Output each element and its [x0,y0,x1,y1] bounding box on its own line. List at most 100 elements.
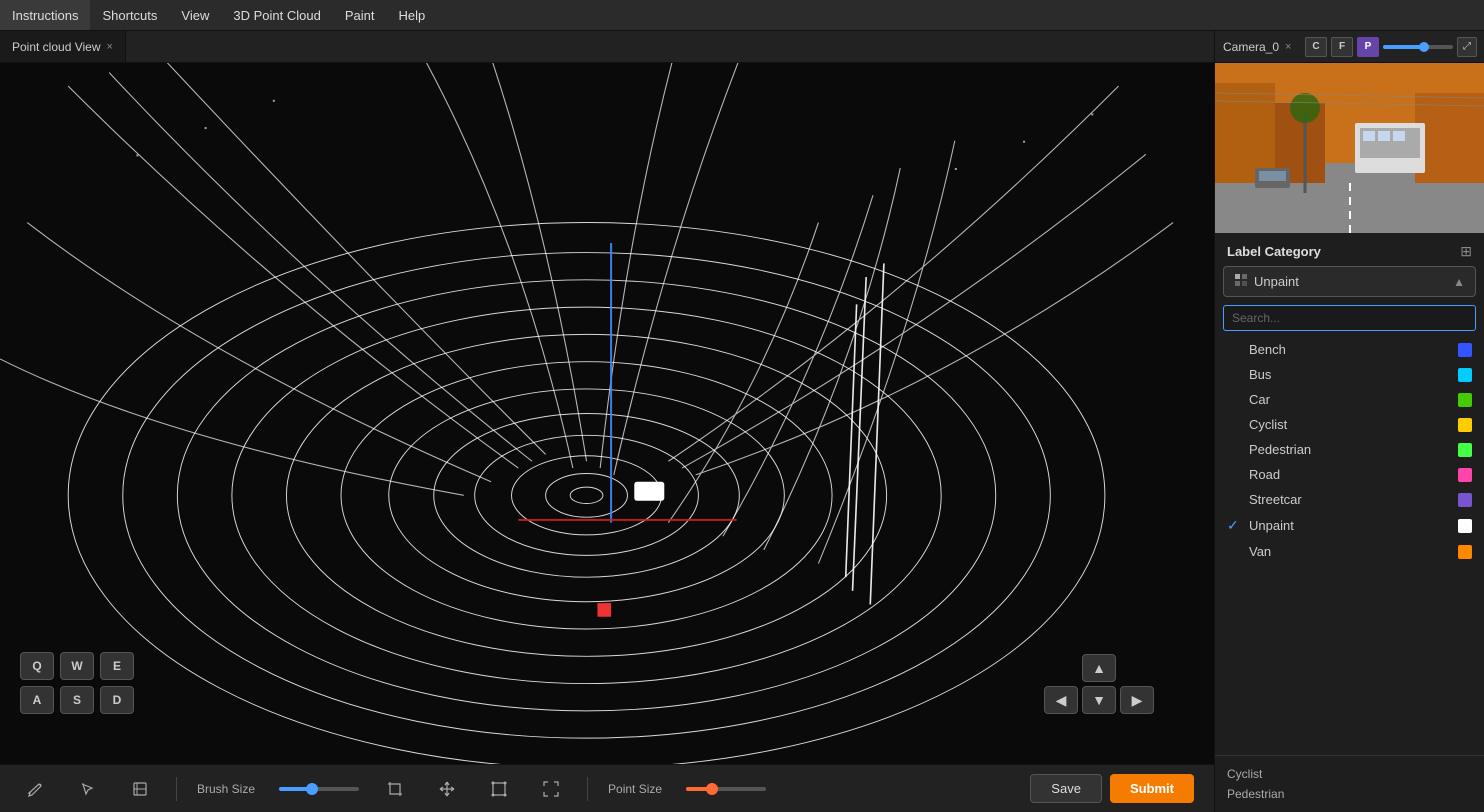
toolbar-divider-1 [176,777,177,801]
point-cloud-svg [0,63,1214,764]
category-color-car [1458,393,1472,407]
selected-category-pedestrian: Pedestrian [1227,784,1472,804]
toolbar-divider-2 [587,777,588,801]
nav-left-btn[interactable]: ◀ [1044,686,1078,714]
crop-tool-btn[interactable] [379,773,411,805]
category-color-pedestrian [1458,443,1472,457]
nav-right-btn[interactable]: ▶ [1120,686,1154,714]
category-color-bus [1458,368,1472,382]
nav-middle-row: ◀ ▼ ▶ [1044,686,1154,714]
brush-tool-btn[interactable] [20,773,52,805]
menu-view[interactable]: View [169,0,221,30]
point-cloud-canvas[interactable]: Q W E A S D ▲ ◀ ▼ ▶ [0,63,1214,764]
category-item-cyclist[interactable]: Cyclist [1215,412,1484,437]
fullscreen-btn[interactable] [535,773,567,805]
camera-btn-p[interactable]: P [1357,37,1379,57]
label-settings-icon[interactable]: ⊞ [1460,243,1472,260]
category-item-bus[interactable]: Bus [1215,362,1484,387]
select-tool-btn[interactable] [72,773,104,805]
nav-up-row: ▲ [1082,654,1116,682]
action-buttons: Save Submit [1030,774,1194,803]
category-item-bench[interactable]: Bench [1215,337,1484,362]
move-tool-btn[interactable] [431,773,463,805]
dropdown-icon [1234,273,1248,290]
category-item-pedestrian[interactable]: Pedestrian [1215,437,1484,462]
category-name-bench: Bench [1249,342,1452,357]
dropdown-chevron-icon: ▲ [1453,275,1465,289]
label-header: Label Category ⊞ [1215,233,1484,266]
category-name-bus: Bus [1249,367,1452,382]
right-container: Camera_0 × C F P ⤢ [1214,31,1484,812]
menu-instructions[interactable]: Instructions [0,0,90,30]
category-item-unpaint[interactable]: ✓Unpaint [1215,512,1484,539]
camera-maximize-btn[interactable]: ⤢ [1457,37,1477,57]
category-color-road [1458,468,1472,482]
label-search-input[interactable] [1223,305,1476,331]
camera-tab-bar: Camera_0 × C F P ⤢ [1215,31,1484,63]
dropdown-left: Unpaint [1234,273,1299,290]
category-name-road: Road [1249,467,1452,482]
selected-category-cyclist: Cyclist [1227,764,1472,784]
category-item-van[interactable]: Van [1215,539,1484,564]
category-item-streetcar[interactable]: Streetcar [1215,487,1484,512]
point-cloud-tab[interactable]: Point cloud View × [0,31,126,62]
nav-up-btn[interactable]: ▲ [1082,654,1116,682]
camera-image [1215,63,1484,233]
category-name-pedestrian: Pedestrian [1249,442,1452,457]
key-d[interactable]: D [100,686,134,714]
category-color-van [1458,545,1472,559]
category-color-bench [1458,343,1472,357]
camera-tab-close[interactable]: × [1285,41,1291,53]
category-item-road[interactable]: Road [1215,462,1484,487]
category-color-cyclist [1458,418,1472,432]
key-s[interactable]: S [60,686,94,714]
category-name-car: Car [1249,392,1452,407]
nav-arrows: ▲ ◀ ▼ ▶ [1044,654,1154,714]
key-a[interactable]: A [20,686,54,714]
camera-zoom-slider[interactable] [1383,45,1453,49]
label-category-title: Label Category [1227,244,1321,259]
keyboard-shortcuts: Q W E A S D [20,652,134,714]
category-item-car[interactable]: Car [1215,387,1484,412]
brush-size-slider[interactable] [279,787,359,791]
camera-btn-f[interactable]: F [1331,37,1353,57]
key-q[interactable]: Q [20,652,54,680]
menu-shortcuts[interactable]: Shortcuts [90,0,169,30]
submit-button[interactable]: Submit [1110,774,1194,803]
camera-tab-label-area: Camera_0 × [1223,40,1291,54]
point-cloud-panel: Point cloud View × [0,31,1214,812]
main-area: Point cloud View × [0,31,1484,812]
point-cloud-tab-close[interactable]: × [107,41,113,53]
dropdown-selected-label: Unpaint [1254,274,1299,289]
menu-paint[interactable]: Paint [333,0,387,30]
category-name-cyclist: Cyclist [1249,417,1452,432]
camera-btn-c[interactable]: C [1305,37,1327,57]
category-name-van: Van [1249,544,1452,559]
save-button[interactable]: Save [1030,774,1102,803]
point-cloud-tab-bar: Point cloud View × [0,31,1214,63]
category-check-unpaint: ✓ [1227,517,1243,534]
label-panel: Label Category ⊞ Unpaint ▲ [1215,233,1484,812]
transform-tool-btn[interactable] [483,773,515,805]
camera-panel: Camera_0 × C F P ⤢ [1215,31,1484,233]
point-size-slider[interactable] [686,787,766,791]
label-search-container [1223,305,1476,331]
key-e[interactable]: E [100,652,134,680]
menu-3d-point-cloud[interactable]: 3D Point Cloud [221,0,332,30]
category-list: Bench Bus Car Cyclist Pedestrian Road Streetca… [1215,335,1484,755]
menu-bar: Instructions Shortcuts View 3D Point Clo… [0,0,1484,31]
key-row-bottom: A S D [20,686,134,714]
key-w[interactable]: W [60,652,94,680]
menu-help[interactable]: Help [386,0,437,30]
category-name-streetcar: Streetcar [1249,492,1452,507]
selected-categories: CyclistPedestrian [1215,755,1484,812]
camera-image-svg [1215,63,1484,233]
nav-down-btn[interactable]: ▼ [1082,686,1116,714]
camera-tab-label: Camera_0 [1223,40,1279,54]
label-category-dropdown[interactable]: Unpaint ▲ [1223,266,1476,297]
category-color-streetcar [1458,493,1472,507]
bottom-toolbar: Brush Size [0,764,1214,812]
brush-size-label: Brush Size [197,782,255,796]
lasso-tool-btn[interactable] [124,773,156,805]
key-row-top: Q W E [20,652,134,680]
